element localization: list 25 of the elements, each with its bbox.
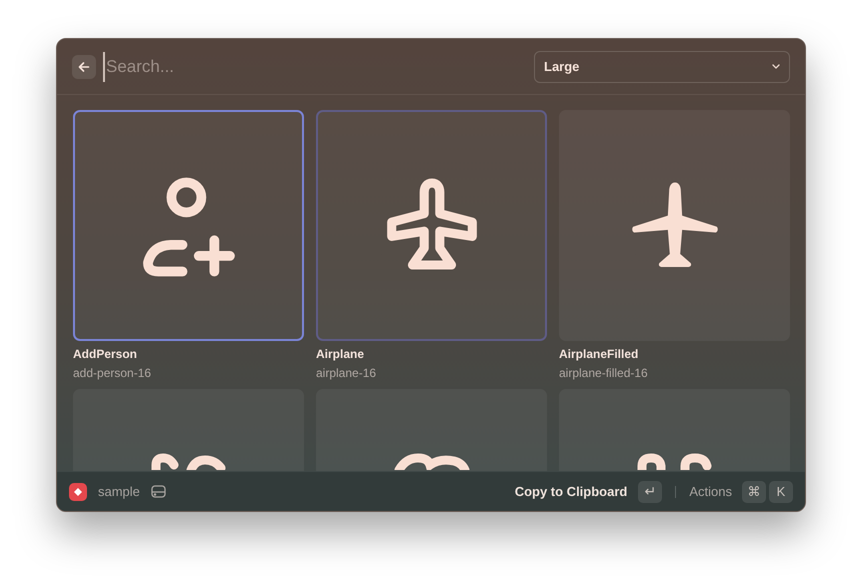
rounded-shapes-icon <box>150 453 226 470</box>
extension-name: sample <box>98 482 140 501</box>
icon-tile[interactable] <box>73 110 304 341</box>
shortcut-key: K <box>769 480 793 502</box>
icon-name: AddPerson <box>73 346 138 362</box>
actions-button[interactable]: Actions <box>689 482 732 502</box>
copy-to-clipboard-button[interactable]: Copy to Clipboard <box>514 482 628 502</box>
icon-name: AirplaneFilled <box>559 346 640 362</box>
leaf-shape-icon <box>394 453 470 470</box>
search-field[interactable]: Search... <box>103 52 522 82</box>
icon-tile[interactable] <box>316 110 547 341</box>
enter-key: ↵ <box>638 480 662 502</box>
icon-slug: add-person-16 <box>73 365 152 381</box>
drive-icon <box>150 485 166 498</box>
app-icon <box>69 482 87 500</box>
icon-name: Airplane <box>316 346 366 362</box>
chevron-down-icon <box>772 64 780 69</box>
shortcut-key: ⌘ <box>742 480 766 502</box>
two-loops-icon <box>636 453 712 470</box>
icon-slug: airplane-filled-16 <box>559 365 649 381</box>
back-arrow-icon <box>78 60 90 72</box>
icon-slug: airplane-16 <box>316 365 378 381</box>
size-dropdown[interactable]: Large <box>534 50 790 82</box>
back-button[interactable] <box>72 54 96 78</box>
icon-tile[interactable] <box>559 110 790 341</box>
